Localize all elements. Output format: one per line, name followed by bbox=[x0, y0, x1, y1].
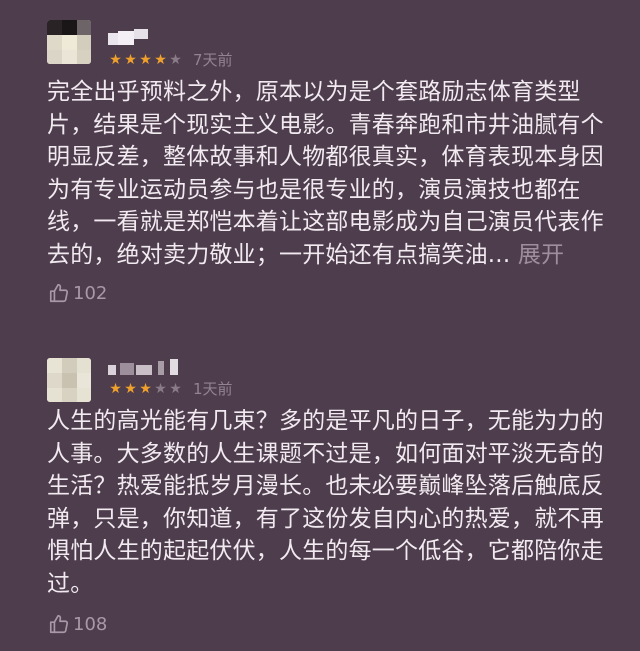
avatar-pixel bbox=[62, 373, 77, 388]
avatar-pixel bbox=[62, 20, 77, 35]
avatar-pixel bbox=[77, 35, 91, 50]
avatar-pixel bbox=[62, 388, 77, 402]
like-button[interactable]: 102 bbox=[48, 282, 107, 304]
thumbs-up-icon bbox=[49, 283, 69, 303]
avatar-pixel bbox=[47, 373, 62, 388]
avatar-pixel bbox=[77, 50, 91, 64]
avatar-pixel bbox=[77, 388, 91, 402]
avatar-pixel bbox=[47, 50, 62, 64]
star-icon: ★ bbox=[139, 381, 152, 397]
text-line: 弹，只是，你知道，有了这份发自内心的热爱，就不再 bbox=[47, 505, 604, 532]
text-line: 为有专业运动员参与也是很专业的，演员演技也都在 bbox=[47, 176, 581, 203]
comment-card-1: ★ ★ ★ ★ ★ 7天前 完全出乎预料之外，原本以为是个套路励志体育类型 片，… bbox=[0, 0, 640, 320]
star-icon: ★ bbox=[124, 381, 137, 397]
avatar-pixel bbox=[47, 20, 62, 35]
text-line: 明显反差，整体故事和人物都很真实，体育表现本身因 bbox=[47, 144, 604, 171]
avatar-pixel bbox=[62, 35, 77, 50]
star-icon: ★ bbox=[154, 52, 167, 68]
like-count: 102 bbox=[73, 282, 108, 304]
comment-text[interactable]: 人生的高光能有几束？多的是平凡的日子，无能为力的 人事。大多数的人生课题不过是，… bbox=[47, 405, 607, 601]
text-line: 人生的高光能有几束？多的是平凡的日子，无能为力的 bbox=[47, 408, 604, 434]
avatar[interactable] bbox=[47, 358, 91, 402]
text-line: 线，一看就是郑恺本着让这部电影成为自己演员代表作 bbox=[47, 209, 604, 236]
thumbs-up-icon bbox=[49, 614, 69, 634]
comment-time: 1天前 bbox=[193, 380, 233, 398]
comment-card-2: ★ ★ ★ ★ ★ 1天前 人生的高光能有几束？多的是平凡的日子，无能为力的 人… bbox=[0, 340, 640, 651]
expand-link[interactable]: 展开 bbox=[518, 242, 564, 268]
avatar-pixel bbox=[77, 373, 91, 388]
avatar-pixel bbox=[62, 358, 77, 373]
text-line: 生活？热爱能抵岁月漫长。也未必要巅峰坠落后触底反 bbox=[47, 473, 604, 500]
text-line: 片，结果是个现实主义电影。青春奔跑和市井油腻有个 bbox=[47, 111, 604, 138]
comments-screen: { "comments": [ { "rating": 4, "max_rati… bbox=[0, 0, 640, 651]
star-icon: ★ bbox=[169, 381, 182, 397]
star-icon: ★ bbox=[124, 52, 137, 68]
star-icon: ★ bbox=[109, 52, 122, 68]
like-count: 108 bbox=[73, 613, 108, 635]
avatar-pixel bbox=[77, 20, 91, 35]
text-line: 人事。大多数的人生课题不过是，如何面对平淡无奇的 bbox=[47, 440, 604, 467]
avatar-pixel bbox=[47, 35, 62, 50]
star-icon: ★ bbox=[139, 52, 152, 68]
star-rating: ★ ★ ★ ★ ★ bbox=[108, 382, 183, 396]
avatar-pixel bbox=[77, 358, 91, 373]
avatar-pixel bbox=[47, 388, 62, 402]
comment-time: 7天前 bbox=[193, 51, 233, 69]
star-icon: ★ bbox=[109, 381, 122, 397]
avatar-pixel bbox=[62, 50, 77, 64]
text-line-last: 去的，绝对卖力敬业；一开始还有点搞笑油... 展开 bbox=[47, 239, 607, 272]
username[interactable] bbox=[108, 29, 150, 47]
like-button[interactable]: 108 bbox=[48, 613, 107, 635]
text-line: 完全出乎预料之外，原本以为是个套路励志体育类型 bbox=[47, 79, 581, 105]
text-line: 过。 bbox=[47, 570, 94, 597]
star-icon: ★ bbox=[154, 381, 167, 397]
avatar-pixel bbox=[47, 358, 62, 373]
username[interactable] bbox=[108, 359, 180, 377]
truncated-text: 去的，绝对卖力敬业；一开始还有点搞笑油... bbox=[47, 241, 511, 268]
star-rating: ★ ★ ★ ★ ★ bbox=[108, 53, 183, 67]
text-line: 惧怕人生的起起伏伏，人生的每一个低谷，它都陪你走 bbox=[47, 538, 604, 565]
comment-text[interactable]: 完全出乎预料之外，原本以为是个套路励志体育类型 片，结果是个现实主义电影。青春奔… bbox=[47, 76, 607, 272]
avatar[interactable] bbox=[47, 20, 91, 64]
star-icon: ★ bbox=[169, 52, 182, 68]
